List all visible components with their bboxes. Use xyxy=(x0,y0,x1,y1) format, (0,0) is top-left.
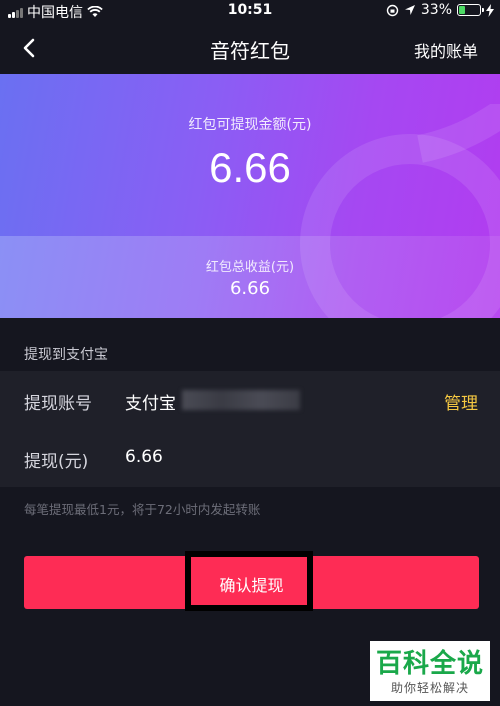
my-bills-link[interactable]: 我的账单 xyxy=(414,38,478,62)
battery-percent: 33% xyxy=(420,2,452,18)
amount-row: 提现(元) 6.66 xyxy=(0,429,500,487)
location-icon xyxy=(404,5,415,15)
total-earnings-label: 红包总收益(元) xyxy=(205,260,295,275)
account-row: 提现账号 支付宝 管理 xyxy=(0,371,500,429)
battery-fill xyxy=(459,6,465,14)
watermark-logo: 百科全说 助你轻松解决 xyxy=(370,641,490,701)
status-right: 33% xyxy=(386,2,494,18)
status-bar: 中国电信 10:51 33% xyxy=(0,0,500,22)
withdraw-form: 提现账号 支付宝 管理 提现(元) 6.66 xyxy=(0,371,500,487)
watermark-title: 百科全说 xyxy=(375,649,484,679)
masked-account-id xyxy=(182,390,300,410)
balance-card: 红包可提现金额(元) 6.66 红包总收益(元) 6.66 xyxy=(0,74,500,318)
amount-field[interactable]: 6.66 xyxy=(125,447,163,467)
battery-icon xyxy=(457,4,484,16)
manage-button[interactable]: 管理 xyxy=(444,389,478,414)
nav-bar: 音符红包 我的账单 xyxy=(0,22,500,74)
withdrawable-amount: 6.66 xyxy=(209,144,291,191)
amount-label: 提现(元) xyxy=(24,452,89,472)
withdrawable-label: 红包可提现金额(元) xyxy=(188,117,312,133)
account-label: 提现账号 xyxy=(24,394,92,414)
rotation-lock-icon xyxy=(386,4,399,16)
withdraw-section-title: 提现到支付宝 xyxy=(24,347,108,363)
watermark-subtitle: 助你轻松解决 xyxy=(390,681,469,695)
withdraw-note: 每笔提现最低1元，将于72小时内发起转账 xyxy=(24,502,261,517)
highlight-frame xyxy=(185,551,313,611)
account-value: 支付宝 xyxy=(125,394,176,414)
charging-icon xyxy=(486,3,494,17)
total-earnings-amount: 6.66 xyxy=(229,278,271,299)
